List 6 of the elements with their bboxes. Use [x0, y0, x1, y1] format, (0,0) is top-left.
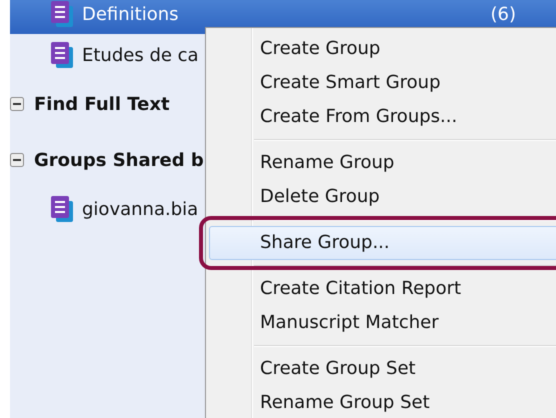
group-name: Etudes de ca: [82, 44, 199, 66]
section-title: Groups Shared b: [34, 150, 204, 170]
section-title: Find Full Text: [34, 94, 170, 114]
group-name: Definitions: [82, 4, 179, 24]
group-name: giovanna.bia: [82, 198, 198, 220]
item-count: (6): [490, 4, 516, 24]
